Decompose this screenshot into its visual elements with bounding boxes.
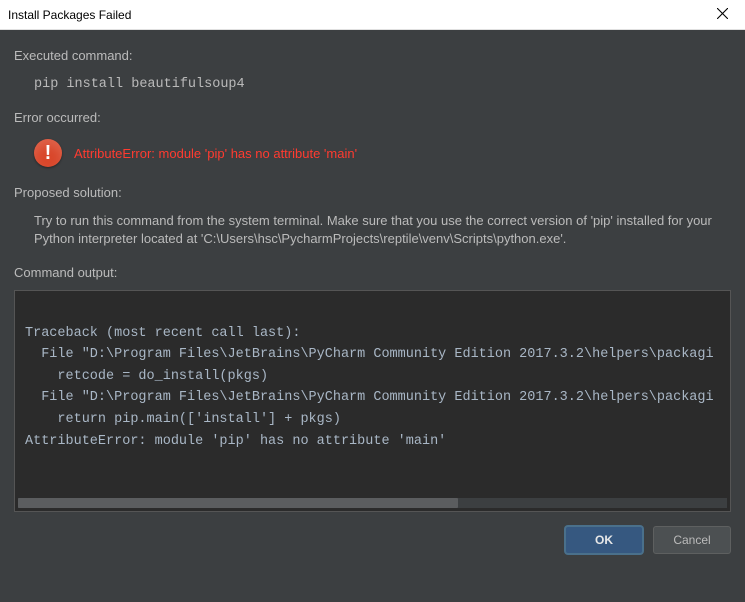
error-icon: ! <box>34 139 62 167</box>
error-row: ! AttributeError: module 'pip' has no at… <box>14 135 731 179</box>
executed-command-value: pip install beautifulsoup4 <box>14 73 731 104</box>
dialog-content: Executed command: pip install beautifuls… <box>0 30 745 512</box>
close-button[interactable] <box>700 0 745 30</box>
ok-button[interactable]: OK <box>565 526 643 554</box>
close-icon <box>717 6 728 24</box>
window-title: Install Packages Failed <box>8 8 131 22</box>
executed-command-label: Executed command: <box>14 48 731 63</box>
button-row: OK Cancel <box>0 512 745 568</box>
command-output-text: Traceback (most recent call last): File … <box>25 301 720 452</box>
cancel-button[interactable]: Cancel <box>653 526 731 554</box>
command-output-box: Traceback (most recent call last): File … <box>14 290 731 512</box>
command-output-label: Command output: <box>14 265 731 280</box>
horizontal-scrollbar[interactable] <box>18 498 727 508</box>
proposed-solution-label: Proposed solution: <box>14 185 731 200</box>
titlebar: Install Packages Failed <box>0 0 745 30</box>
horizontal-scrollbar-thumb[interactable] <box>18 498 458 508</box>
error-message: AttributeError: module 'pip' has no attr… <box>74 146 357 161</box>
proposed-solution-text: Try to run this command from the system … <box>14 210 731 259</box>
error-occurred-label: Error occurred: <box>14 110 731 125</box>
